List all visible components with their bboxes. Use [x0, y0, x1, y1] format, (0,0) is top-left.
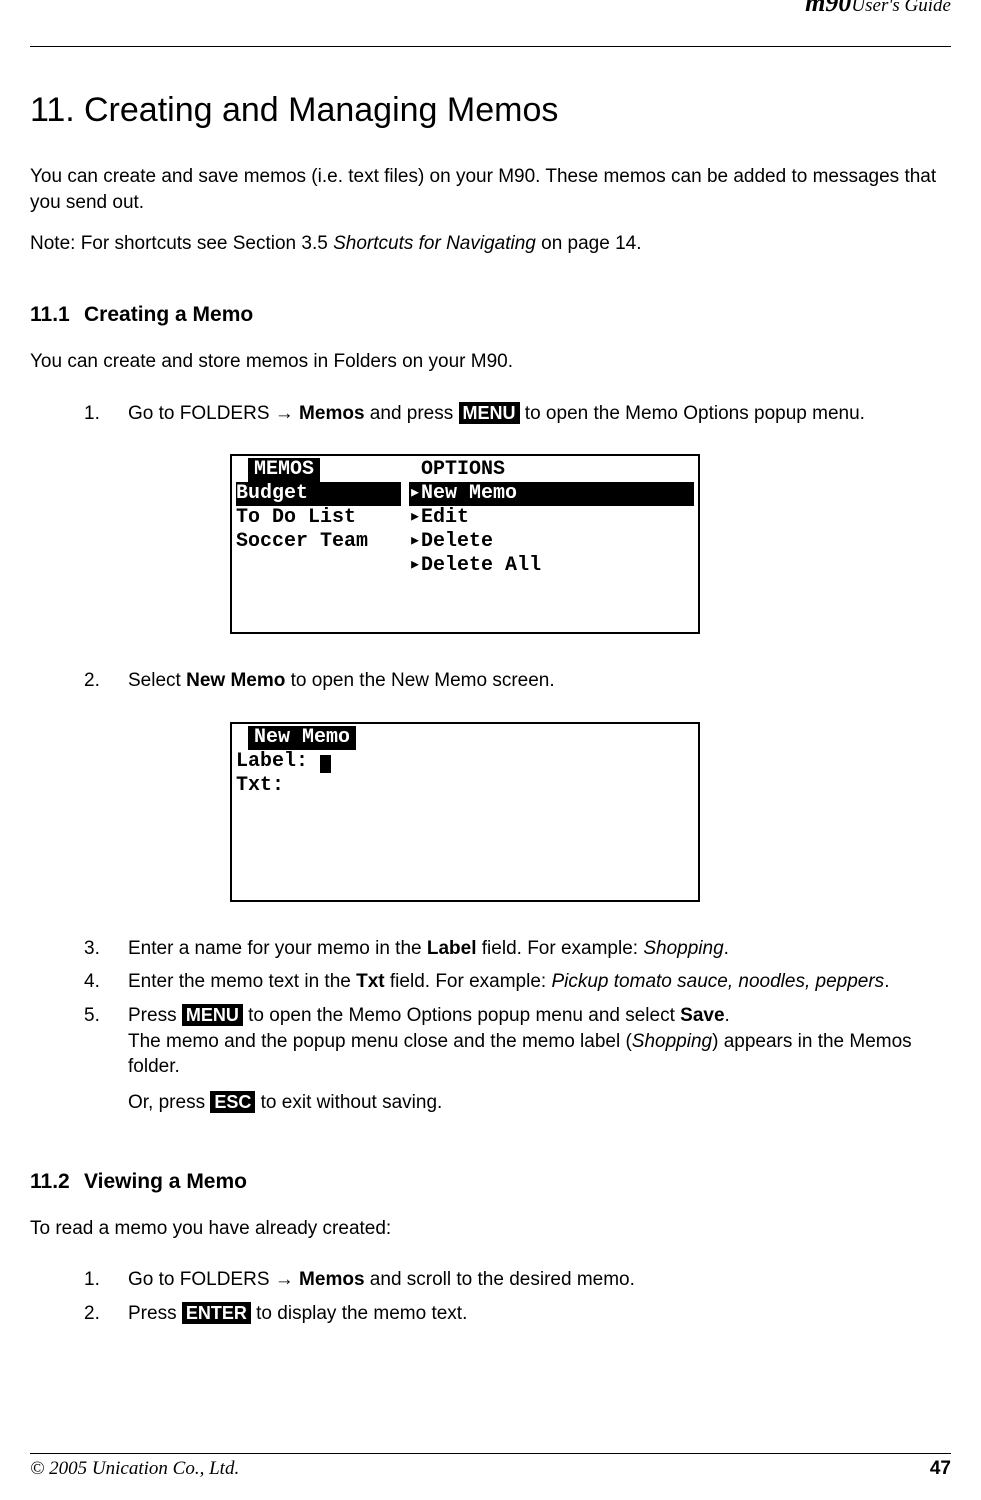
step-2: 2. Press ENTER to display the memo text.	[84, 1301, 951, 1327]
step-content: Press MENU to open the Memo Options popu…	[128, 1003, 951, 1116]
step-number: 2.	[84, 668, 128, 694]
step-number: 2.	[84, 1301, 128, 1327]
cursor-icon	[320, 755, 331, 773]
guide-label: User's Guide	[851, 0, 951, 16]
section-title: Creating a Memo	[84, 303, 253, 327]
option-item: Delete	[409, 530, 694, 554]
brand-logo: m90	[805, 0, 851, 17]
header-rule	[30, 46, 951, 47]
memo-item-selected: Budget	[236, 482, 401, 506]
step-content: Select New Memo to open the New Memo scr…	[128, 668, 951, 694]
steps-11-1: 1. Go to FOLDERS → Memos and press MENU …	[84, 393, 951, 435]
step-content: Press ENTER to display the memo text.	[128, 1301, 951, 1327]
label-field-row: Label:	[236, 750, 694, 774]
chapter-number: 11.	[30, 91, 84, 130]
step-5: 5. Press MENU to open the Memo Options p…	[84, 1003, 951, 1116]
options-pane: OPTIONS New Memo Edit Delete Delete All	[405, 456, 698, 632]
new-memo-title: New Memo	[248, 726, 356, 750]
note-prefix: Note: For shortcuts see Section 3.5	[30, 233, 333, 254]
step-4: 4. Enter the memo text in the Txt field.…	[84, 969, 951, 995]
step-number: 1.	[84, 401, 128, 427]
section-11-1-lead: You can create and store memos in Folder…	[30, 349, 951, 375]
steps-11-2: 1. Go to FOLDERS → Memos and scroll to t…	[84, 1259, 951, 1334]
step-number: 3.	[84, 936, 128, 962]
screen-new-memo: New Memo Label: Txt:	[230, 722, 951, 902]
step-2: 2. Select New Memo to open the New Memo …	[84, 668, 951, 694]
running-header: m90User's Guide	[30, 0, 951, 18]
memo-item: To Do List	[236, 506, 401, 530]
triangle-icon	[409, 482, 421, 505]
memos-pane: MEMOS Budget To Do List Soccer Team	[232, 456, 405, 632]
page-footer: © 2005 Unication Co., Ltd. 47	[30, 1453, 951, 1480]
step-number: 1.	[84, 1267, 128, 1293]
step-content: Enter a name for your memo in the Label …	[128, 936, 951, 962]
chapter-heading: 11. Creating and Managing Memos	[30, 91, 951, 130]
page: m90User's Guide 11. Creating and Managin…	[0, 0, 981, 1500]
screen-memos-options: MEMOS Budget To Do List Soccer Team OPTI…	[230, 454, 951, 634]
note-ref: Shortcuts for Navigating	[333, 233, 536, 254]
memo-item: Soccer Team	[236, 530, 401, 554]
memos-title: MEMOS	[248, 458, 320, 482]
option-item: Edit	[409, 506, 694, 530]
triangle-icon	[409, 506, 421, 529]
menu-key: MENU	[182, 1004, 243, 1026]
intro-note: Note: For shortcuts see Section 3.5 Shor…	[30, 231, 951, 257]
step-content: Enter the memo text in the Txt field. Fo…	[128, 969, 951, 995]
section-number: 11.2	[30, 1170, 84, 1194]
steps-11-1b: 2. Select New Memo to open the New Memo …	[84, 660, 951, 702]
label-key: Label:	[236, 750, 320, 773]
step-1: 1. Go to FOLDERS → Memos and press MENU …	[84, 401, 951, 427]
section-title: Viewing a Memo	[84, 1170, 247, 1194]
step-1: 1. Go to FOLDERS → Memos and scroll to t…	[84, 1267, 951, 1293]
device-screen: New Memo Label: Txt:	[230, 722, 700, 902]
triangle-icon	[409, 530, 421, 553]
section-11-1-heading: 11.1 Creating a Memo	[30, 303, 951, 327]
esc-key: ESC	[210, 1091, 255, 1113]
step-content: Go to FOLDERS → Memos and press MENU to …	[128, 401, 951, 427]
triangle-icon	[409, 554, 421, 577]
intro-paragraph: You can create and save memos (i.e. text…	[30, 164, 951, 215]
section-11-2-lead: To read a memo you have already created:	[30, 1216, 951, 1242]
txt-field-row: Txt:	[236, 774, 694, 798]
arrow-icon: →	[275, 403, 294, 424]
device-screen: MEMOS Budget To Do List Soccer Team OPTI…	[230, 454, 700, 634]
option-item-selected: New Memo	[409, 482, 694, 506]
chapter-title: Creating and Managing Memos	[84, 91, 558, 130]
step-number: 5.	[84, 1003, 128, 1116]
step-content: Go to FOLDERS → Memos and scroll to the …	[128, 1267, 951, 1293]
section-11-2-heading: 11.2 Viewing a Memo	[30, 1170, 951, 1194]
footer-rule	[30, 1453, 951, 1454]
options-title: OPTIONS	[421, 458, 505, 481]
arrow-icon: →	[275, 1269, 294, 1290]
steps-11-1c: 3. Enter a name for your memo in the Lab…	[84, 928, 951, 1124]
step-3: 3. Enter a name for your memo in the Lab…	[84, 936, 951, 962]
enter-key: ENTER	[182, 1302, 251, 1324]
page-number: 47	[930, 1458, 951, 1480]
copyright: © 2005 Unication Co., Ltd.	[30, 1458, 239, 1480]
option-item: Delete All	[409, 554, 694, 578]
new-memo-pane: New Memo Label: Txt:	[232, 724, 698, 900]
step-number: 4.	[84, 969, 128, 995]
section-number: 11.1	[30, 303, 84, 327]
note-suffix: on page 14.	[536, 233, 642, 254]
menu-key: MENU	[459, 402, 520, 424]
